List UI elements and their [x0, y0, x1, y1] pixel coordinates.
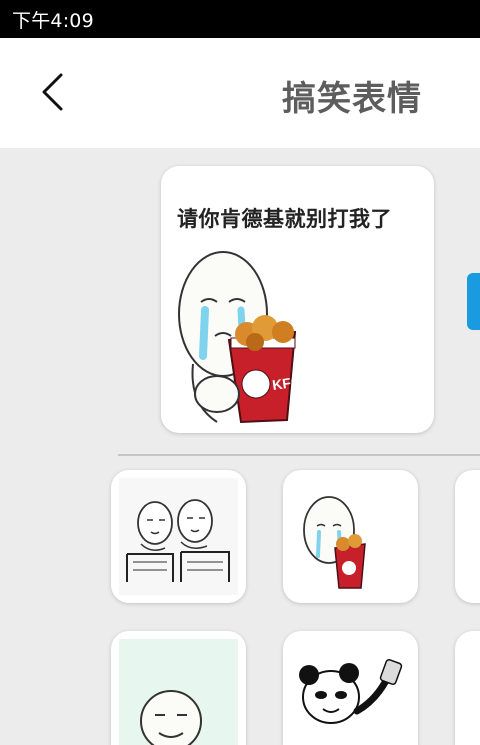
sticker-thumbnail[interactable] — [455, 470, 480, 603]
meme-faces-at-desks-image — [119, 478, 238, 595]
sticker-list[interactable]: 请你肯德基就别打我了 KFC — [0, 148, 480, 745]
app-header: 搞笑表情 — [0, 38, 480, 148]
sticker-thumbnail[interactable] — [111, 631, 246, 745]
sticker-thumbnail[interactable] — [283, 470, 418, 603]
page-title: 搞笑表情 — [282, 79, 422, 119]
sticker-thumbnail[interactable] — [283, 631, 418, 745]
featured-sticker-card[interactable]: 请你肯德基就别打我了 KFC — [161, 166, 434, 433]
svg-text:KFC: KFC — [271, 373, 302, 393]
sticker-thumbnail[interactable] — [111, 470, 246, 603]
chevron-left-icon — [42, 73, 63, 111]
status-bar: 下午4:09 — [0, 0, 480, 38]
panda-meme-with-phone-image — [291, 639, 410, 745]
divider — [118, 454, 480, 456]
back-button[interactable] — [34, 70, 78, 114]
side-tab[interactable] — [467, 273, 480, 330]
crying-meme-with-bucket-image — [291, 478, 410, 595]
smiling-meme-face-image — [140, 690, 202, 745]
crying-meme-face-image: KFC — [178, 251, 302, 424]
featured-sticker-caption: 请你肯德基就别打我了 — [177, 207, 392, 231]
sticker-thumbnail[interactable] — [455, 631, 480, 745]
status-time: 下午4:09 — [12, 10, 94, 32]
